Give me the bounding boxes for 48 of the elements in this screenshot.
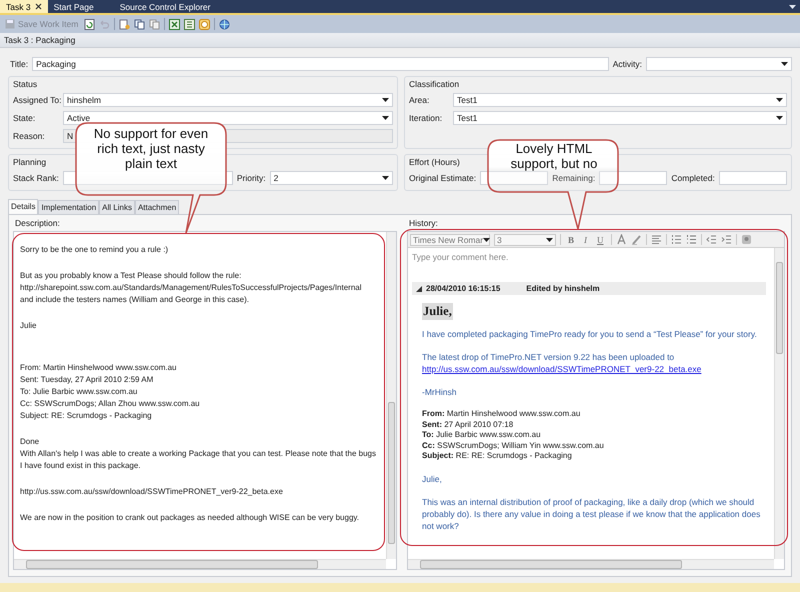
text-line: To: Julie Barbic www.ssw.com.au <box>20 386 138 398</box>
paragraph: This was an internal distribution of proof of packaging, like a daily drop (which we should probably do). Is there any value in doing a test please if we know that the application does not work? <box>422 496 762 532</box>
field-label: Description: <box>14 218 60 228</box>
email-header-line: Cc: SSWScrumDogs; William Yin www.ssw.com.au <box>422 440 605 451</box>
group-title: Classification <box>409 79 460 89</box>
email-header-line: To: Julie Barbic www.ssw.com.au <box>422 430 542 440</box>
text-line: We are now in the position to crank out packages as needed although WISE can be very buggy. <box>20 512 360 524</box>
paragraph: The latest drop of TimePro.NET version 9.22 has been uploaded to <box>422 351 676 363</box>
text-line: Sent: Tuesday, 27 April 2010 2:59 AM <box>20 374 154 386</box>
field-label: Completed: <box>671 173 715 183</box>
entry-editor: Edited by hinshelm <box>526 284 600 293</box>
field-label: Title: <box>10 59 28 69</box>
field-label: Area: <box>409 95 430 105</box>
text-line: With Allan's help I was able to create a working Package that you can test. Please note that the bugs I have found exist in this package. <box>20 448 377 472</box>
group-title: Planning <box>13 157 46 167</box>
email-header-line: From: Martin Hinshelwood www.ssw.com.au <box>422 409 582 420</box>
work-item-header: Task 3 : Packaging <box>0 33 800 48</box>
text-line: But as you probably know a Test Please should follow the rule: <box>20 270 242 282</box>
field-label: Assigned To: <box>13 95 59 105</box>
text-line: and include the testers names (William and George in this case). <box>20 294 250 306</box>
field-label: Original Estimate: <box>409 173 476 183</box>
text-line: Subject: RE: Scrumdogs - Packaging <box>20 410 153 422</box>
field-label: Activity: <box>612 59 642 69</box>
text-line: Julie <box>20 320 38 332</box>
field-label: Priority: <box>236 173 266 183</box>
field-label: Reason: <box>13 131 46 141</box>
field-label: Remaining: <box>552 173 596 183</box>
text-line: http://us.ssw.com.au/ssw/download/SSWTimePRONET_ver9-22_beta.exe <box>20 486 284 498</box>
greeting-heading: Julie, <box>422 303 453 320</box>
paragraph: I have completed packaging TimePro ready for you to send a “Test Please” for your story. <box>422 328 758 340</box>
callout-text: No support for even rich text, just nasty plain text <box>92 126 210 171</box>
text-line: http://sharepoint.ssw.com.au/Standards/Management/RulesToSuccessfulProjects/Pages/Internal <box>20 282 363 294</box>
entry-date: 28/04/2010 16:15:15 <box>426 284 500 293</box>
email-header-line: Sent: 27 April 2010 07:18 <box>422 420 514 430</box>
text-line: From: Martin Hinshelwood www.ssw.com.au <box>20 362 178 374</box>
callout-text: Lovely HTML support, but no <box>510 141 598 171</box>
field-label: History: <box>408 218 438 228</box>
paragraph: -MrHinsh <box>422 386 458 398</box>
paragraph: Julie, <box>422 472 443 484</box>
group-title: Effort (Hours) <box>409 157 460 167</box>
text-line: Sorry to be the one to remind you a rule :) <box>20 244 170 256</box>
field-label: Stack Rank: <box>13 173 59 183</box>
field-label: State: <box>13 113 36 123</box>
group-title: Status <box>13 79 38 89</box>
text-line: Cc: SSWScrumDogs; Allan Zhou www.ssw.com.au <box>20 398 201 410</box>
field-label: Iteration: <box>409 113 444 123</box>
text-line: Done <box>20 436 40 448</box>
email-header-line: Subject: RE: RE: Scrumdogs - Packaging <box>422 451 573 462</box>
